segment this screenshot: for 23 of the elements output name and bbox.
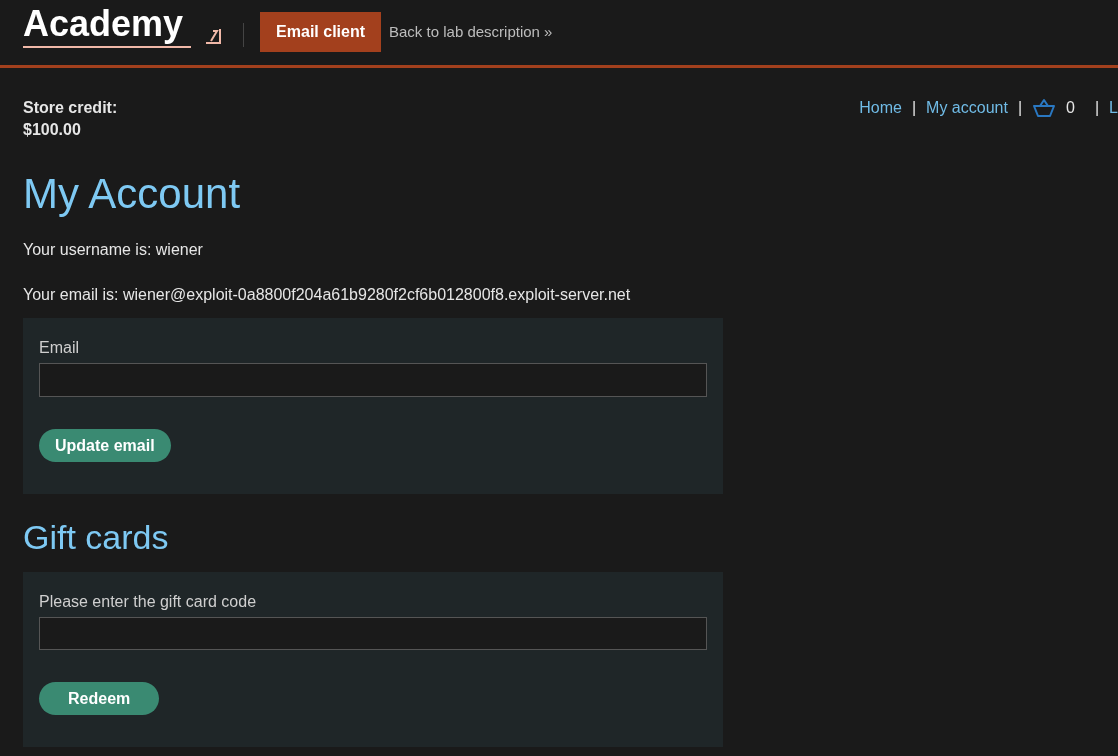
- nav-separator: |: [1017, 98, 1023, 118]
- logo-text: Academy: [23, 2, 192, 48]
- email-text: Your email is: wiener@exploit-0a8800f204a61b9280f2cf6b012800f8.exploit-server.net: [23, 285, 632, 305]
- username-text: Your username is: wiener: [23, 240, 204, 260]
- redeem-button[interactable]: Redeem: [39, 682, 160, 715]
- gift-card-label: Please enter the gift card code: [39, 592, 258, 612]
- email-label: Email: [39, 338, 80, 358]
- store-credit-label: Store credit:: [23, 98, 118, 118]
- basket-icon: [1032, 98, 1057, 118]
- gift-card-input-field[interactable]: [39, 617, 707, 650]
- email-client-button[interactable]: Email client: [260, 12, 381, 52]
- nav-separator: |: [911, 98, 917, 118]
- back-link[interactable]: Back to lab description »: [389, 20, 553, 44]
- nav-link[interactable]: Home: [859, 96, 902, 120]
- nav-link[interactable]: My account: [926, 96, 1008, 120]
- nav-link[interactable]: L: [1109, 96, 1118, 120]
- cart-link[interactable]: 0: [1032, 96, 1075, 120]
- update-email-button[interactable]: Update email: [39, 429, 171, 462]
- gift-cards-title: Gift cards: [23, 517, 170, 558]
- email-input-field[interactable]: [39, 363, 707, 397]
- store-credit-amount: $100.00: [23, 120, 82, 140]
- page-title: My Account: [23, 169, 242, 219]
- nav-separator: |: [1094, 98, 1100, 118]
